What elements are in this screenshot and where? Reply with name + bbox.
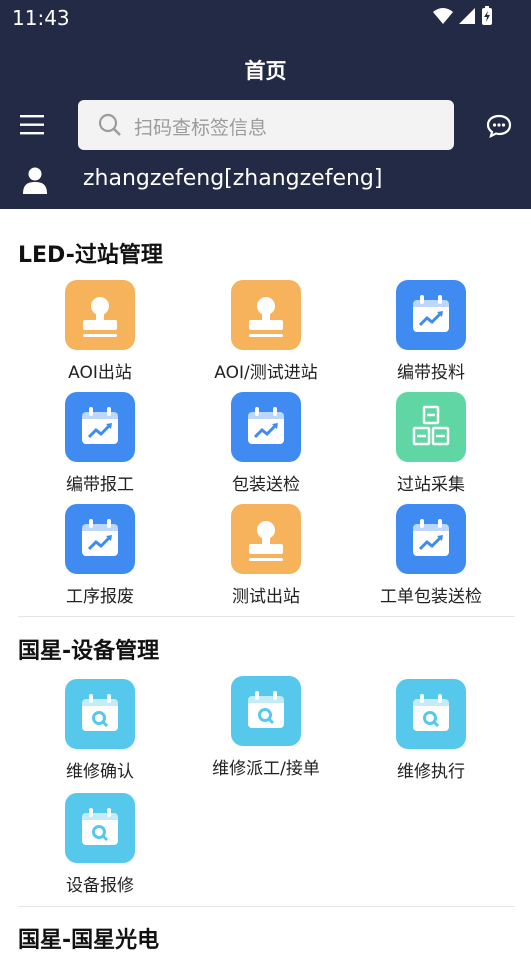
section-title-equipment: 国星-设备管理 [18,639,160,664]
menu-item-label: AOI/测试进站 [214,363,318,383]
calendar-search-icon [231,676,301,746]
section-title-led: LED-过站管理 [18,243,163,268]
stamp-icon [65,280,135,350]
menu-item-repair-confirm[interactable]: 维修确认 [17,679,183,782]
menu-item-station-collect[interactable]: 过站采集 [348,392,514,495]
menu-item-repair-dispatch[interactable]: 维修派工/接单 [183,676,349,779]
menu-item-order-pack-inspect[interactable]: 工单包装送检 [348,504,514,607]
menu-item-tape-report[interactable]: 编带报工 [17,392,183,495]
menu-item-label: 维修执行 [397,762,465,782]
menu-item-label: 维修确认 [66,762,134,782]
menu-icon[interactable] [20,114,46,136]
boxes-icon [396,392,466,462]
menu-item-tape-feed[interactable]: 编带投料 [348,280,514,383]
page-title: 首页 [244,59,287,83]
menu-item-label: 包装送检 [232,475,300,495]
chat-icon[interactable] [486,114,512,138]
search-icon [98,113,121,136]
calendar-chart-icon [396,280,466,350]
menu-item-label: 工单包装送检 [380,587,482,607]
menu-item-aoi-test-in[interactable]: AOI/测试进站 [183,280,349,383]
menu-item-repair-execute[interactable]: 维修执行 [348,679,514,782]
menu-item-pack-inspect[interactable]: 包装送检 [183,392,349,495]
menu-item-aoi-out[interactable]: AOI出站 [17,280,183,383]
section-divider [18,616,515,617]
menu-item-label: AOI出站 [68,363,132,383]
menu-item-label: 工序报废 [66,587,134,607]
username: zhangzefeng[zhangzefeng] [83,166,383,191]
menu-item-test-out[interactable]: 测试出站 [183,504,349,607]
menu-item-process-scrap[interactable]: 工序报废 [17,504,183,607]
status-time: 11:43 [12,6,70,30]
calendar-search-icon [65,679,135,749]
battery-icon [482,6,492,25]
search-input[interactable]: 扫码查标签信息 [78,100,454,150]
section-title-optoelectronics: 国星-国星光电 [18,928,160,953]
menu-item-label: 编带投料 [397,363,465,383]
calendar-chart-icon [231,392,301,462]
calendar-chart-icon [65,392,135,462]
signal-icon [459,8,475,24]
calendar-chart-icon [396,504,466,574]
menu-item-label: 设备报修 [66,876,134,896]
menu-item-label: 编带报工 [66,475,134,495]
section-divider [18,906,515,907]
status-icons [433,6,493,26]
menu-item-label: 过站采集 [397,475,465,495]
calendar-search-icon [65,793,135,863]
menu-item-label: 测试出站 [232,587,300,607]
calendar-chart-icon [65,504,135,574]
search-placeholder: 扫码查标签信息 [134,117,268,139]
stamp-icon [231,280,301,350]
menu-item-equipment-report[interactable]: 设备报修 [17,793,183,896]
app-header: 11:43 首页 扫码查标签信息 zhangzefeng[zhangzefeng… [0,0,531,209]
stamp-icon [231,504,301,574]
wifi-icon [433,8,453,24]
calendar-search-icon [396,679,466,749]
user-icon [23,167,47,194]
menu-item-label: 维修派工/接单 [212,759,320,779]
